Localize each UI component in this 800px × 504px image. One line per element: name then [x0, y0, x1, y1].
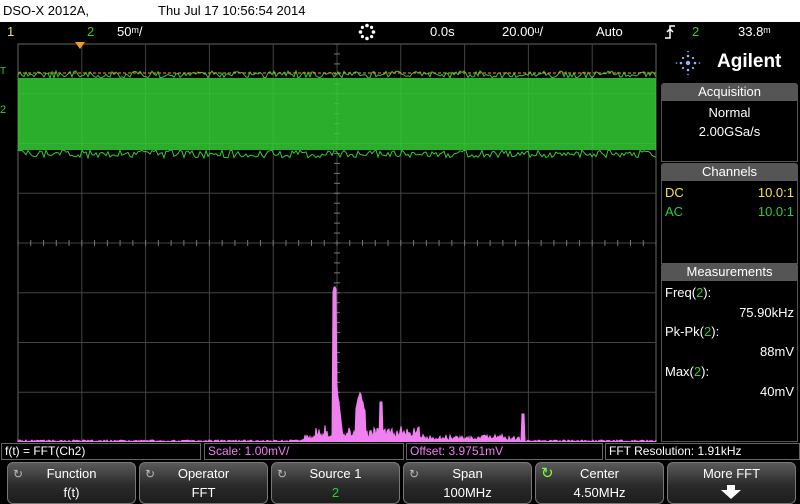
- meas-freq-value: 75.90kHz: [739, 305, 794, 320]
- waveform-display[interactable]: [0, 42, 658, 442]
- trigger-source: 2: [692, 24, 699, 39]
- softkey-value: FFT: [140, 485, 267, 500]
- acquisition-mode: Normal: [662, 105, 797, 120]
- ch2-scale: 50ᵐ/: [117, 24, 143, 39]
- sample-rate: 2.00GSa/s: [662, 124, 797, 139]
- meas-max-value: 40mV: [760, 384, 794, 399]
- function-softkey[interactable]: ↻ Function f(t): [7, 462, 136, 504]
- datetime-label: Thu Jul 17 10:56:54 2014: [158, 3, 305, 18]
- ch2-coupling: AC: [665, 204, 683, 219]
- acquisition-run-icon: [358, 23, 376, 44]
- ch1-indicator[interactable]: 1: [7, 24, 14, 39]
- ch2-ground-marker[interactable]: 2: [0, 104, 14, 118]
- brand-area: Agilent: [661, 44, 798, 80]
- softkey-value: 100MHz: [404, 485, 531, 500]
- acquisition-section: Normal 2.00GSa/s: [661, 100, 798, 162]
- trigger-edge-icon: [664, 24, 676, 43]
- softkey-label: Operator: [140, 466, 267, 481]
- span-softkey[interactable]: ↻ Span 100MHz: [403, 462, 532, 504]
- trigger-mode: Auto: [596, 24, 623, 39]
- timebase-value: 20.00ᵘ/: [502, 24, 543, 39]
- status-row: 1 2 50ᵐ/ 0.0s 20.00ᵘ/ Auto 2 33.8ᵐ: [0, 22, 800, 42]
- softkey-bar: ↻ Function f(t) ↻ Operator FFT ↻ Source …: [0, 461, 800, 503]
- softkey-value: f(t): [8, 485, 135, 500]
- softkey-label: Span: [404, 466, 531, 481]
- brand-name: Agilent: [717, 51, 781, 73]
- meas-max-label: Max(2):: [665, 364, 709, 379]
- math-offset: Offset: 3.9751mV: [406, 443, 603, 460]
- trigger-level-marker[interactable]: T: [0, 66, 14, 78]
- ch2-trace-band: [18, 78, 656, 150]
- operator-softkey[interactable]: ↻ Operator FFT: [139, 462, 268, 504]
- more-fft-softkey[interactable]: More FFT: [667, 462, 796, 504]
- source1-softkey[interactable]: ↻ Source 1 2: [271, 462, 400, 504]
- meas-freq-label: Freq(2):: [665, 285, 711, 300]
- math-function: f(t) = FFT(Ch2): [1, 443, 201, 460]
- ch1-coupling: DC: [665, 185, 684, 200]
- softkey-value: 2: [272, 485, 399, 500]
- softkey-label: Center: [536, 466, 663, 481]
- title-bar: DSO-X 2012A, Thu Jul 17 10:56:54 2014: [0, 0, 800, 22]
- fft-resolution: FFT Resolution: 1.91kHz: [605, 443, 800, 460]
- softkey-label: Function: [8, 466, 135, 481]
- center-softkey[interactable]: ↻ Center 4.50MHz: [535, 462, 664, 504]
- model-label: DSO-X 2012A,: [3, 3, 89, 18]
- trigger-position-marker[interactable]: [75, 42, 85, 49]
- channels-header[interactable]: Channels: [661, 163, 798, 180]
- trigger-level: 33.8ᵐ: [738, 24, 771, 39]
- softkey-value: 4.50MHz: [536, 485, 663, 500]
- arrow-down-icon: [720, 485, 742, 504]
- softkey-label: Source 1: [272, 466, 399, 481]
- softkey-label: More FFT: [668, 466, 795, 481]
- measurements-section: Freq(2): 75.90kHz Pk-Pk(2): 88mV Max(2):…: [661, 280, 798, 442]
- info-panel: Agilent Acquisition Normal 2.00GSa/s Cha…: [659, 44, 800, 442]
- ch2-probe: 10.0:1: [758, 204, 794, 219]
- results-row: f(t) = FFT(Ch2) Scale: 1.00mV/ Offset: 3…: [0, 443, 800, 460]
- ch1-probe: 10.0:1: [758, 185, 794, 200]
- acquisition-header[interactable]: Acquisition: [661, 83, 798, 100]
- meas-pkpk-value: 88mV: [760, 344, 794, 359]
- graticule: [0, 42, 658, 442]
- math-scale: Scale: 1.00mV/: [204, 443, 404, 460]
- agilent-spark-icon: [675, 50, 701, 81]
- ch2-indicator[interactable]: 2: [87, 24, 94, 39]
- meas-pkpk-label: Pk-Pk(2):: [665, 324, 719, 339]
- channels-section: DC 10.0:1 AC 10.0:1: [661, 180, 798, 264]
- delay-value: 0.0s: [430, 24, 455, 39]
- measurements-header[interactable]: Measurements: [661, 263, 798, 280]
